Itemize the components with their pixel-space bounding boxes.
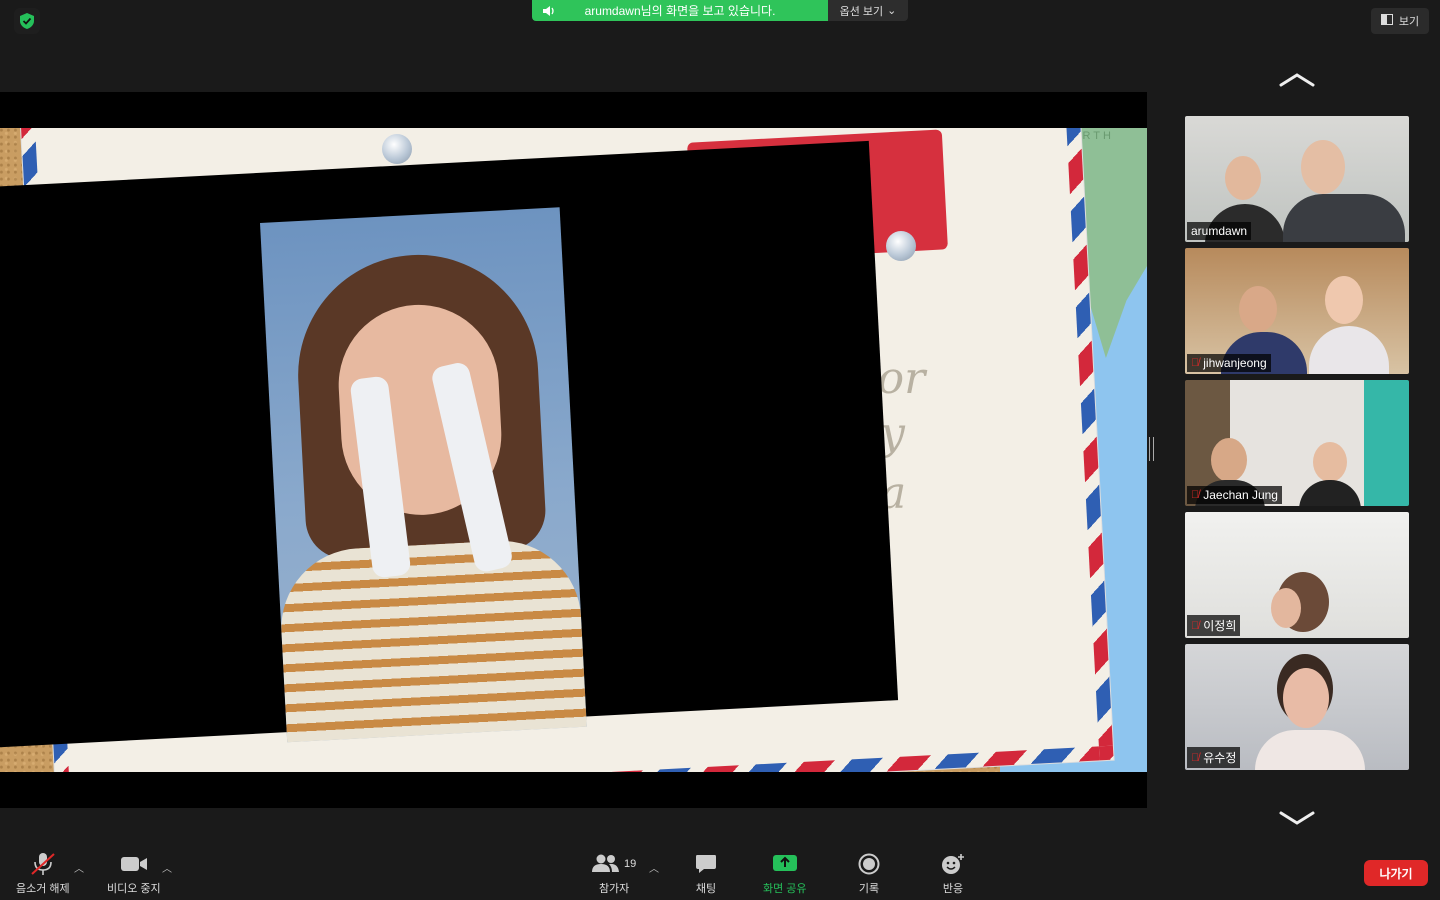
view-button[interactable]: 보기 — [1371, 8, 1429, 34]
participant-tile[interactable]: 🎙̸ jihwanjeong — [1185, 248, 1409, 374]
push-pin — [382, 134, 412, 164]
participant-name: 🎙̸ 이정희 — [1187, 615, 1241, 636]
participant-name: 🎙̸ jihwanjeong — [1187, 354, 1271, 372]
participants-icon — [592, 853, 620, 876]
layout-icon — [1380, 14, 1393, 28]
participants-options-caret[interactable]: ︿ — [649, 860, 659, 875]
shared-screen[interactable]: NORTH AIR MAIL tor y a — [0, 92, 1147, 808]
participant-tile[interactable]: arumdawn — [1185, 116, 1409, 242]
unmute-label: 음소거 해제 — [16, 883, 70, 895]
chat-label: 채팅 — [695, 883, 717, 895]
panel-resize-handle[interactable] — [1149, 437, 1154, 461]
participant-tile[interactable]: 🎙̸ Jaechan Jung — [1185, 380, 1409, 506]
share-status: arumdawn님의 화면을 보고 있습니다. — [532, 0, 828, 21]
chat-bubble-icon — [695, 852, 717, 876]
participant-count: 19 — [624, 858, 637, 870]
mic-muted-icon: 🎙̸ — [1191, 619, 1200, 632]
stop-video-button[interactable]: 비디오 중지 — [107, 852, 161, 896]
participant-tile[interactable]: 🎙̸ 이정희 — [1185, 512, 1409, 638]
gallery-up-button[interactable] — [1278, 70, 1316, 90]
participant-name: 🎙̸ 유수정 — [1187, 747, 1241, 768]
share-screen-label: 화면 공유 — [763, 883, 807, 895]
reactions-button[interactable]: 반응 — [941, 852, 965, 896]
participants-label: 참가자 — [598, 883, 630, 895]
unmute-button[interactable]: 음소거 해제 — [16, 852, 70, 896]
participant-name: arumdawn — [1187, 222, 1252, 240]
chevron-down-icon — [1279, 811, 1315, 825]
mic-muted-icon: 🎙̸ — [1191, 489, 1200, 501]
record-button[interactable]: 기록 — [858, 852, 880, 896]
audio-options-caret[interactable]: ︿ — [74, 860, 84, 875]
chevron-up-icon — [1279, 73, 1315, 87]
stop-video-label: 비디오 중지 — [107, 883, 161, 895]
mic-muted-icon: 🎙̸ — [1191, 751, 1200, 764]
view-options-label: 옵션 보기 — [839, 5, 884, 18]
crying-photo — [260, 207, 587, 743]
record-icon — [858, 852, 880, 876]
participant-gallery: arumdawn 🎙̸ jihwanjeong 🎙̸ Jaechan Jung 🎙̸… — [1185, 116, 1409, 776]
share-screen-button[interactable]: 화면 공유 — [763, 852, 807, 896]
screen-share-banner: arumdawn님의 화면을 보고 있습니다. 옵션 보기 ⌄ — [532, 0, 908, 21]
leave-meeting-button[interactable]: 나가기 — [1364, 860, 1428, 886]
video-camera-icon — [120, 852, 148, 876]
mic-muted-icon: 🎙̸ — [1191, 357, 1200, 369]
chevron-down-icon: ⌄ — [887, 5, 897, 17]
reactions-label: 반응 — [942, 883, 964, 895]
record-label: 기록 — [858, 883, 880, 895]
push-pin — [886, 231, 916, 261]
microphone-muted-icon — [30, 852, 56, 876]
gallery-down-button[interactable] — [1278, 808, 1316, 828]
view-label: 보기 — [1398, 16, 1420, 28]
share-screen-icon — [772, 852, 798, 876]
security-shield-icon[interactable] — [14, 8, 40, 34]
view-options-button[interactable]: 옵션 보기 ⌄ — [828, 0, 908, 21]
participant-name: 🎙̸ Jaechan Jung — [1187, 486, 1282, 504]
shared-screen-content: NORTH AIR MAIL tor y a — [0, 128, 1147, 772]
share-message: arumdawn님의 화면을 보고 있습니다. — [584, 4, 776, 18]
emoji-reaction-icon — [941, 852, 965, 876]
chat-button[interactable]: 채팅 — [695, 852, 717, 896]
participants-button[interactable]: 19 참가자 — [592, 852, 636, 896]
speaker-icon — [542, 4, 556, 22]
meeting-toolbar: 음소거 해제 ︿ 비디오 중지 ︿ 19 참가자 ︿ 채팅 화면 공유 기록 반… — [0, 846, 1440, 900]
participant-tile[interactable]: 🎙̸ 유수정 — [1185, 644, 1409, 770]
video-options-caret[interactable]: ︿ — [162, 860, 172, 875]
